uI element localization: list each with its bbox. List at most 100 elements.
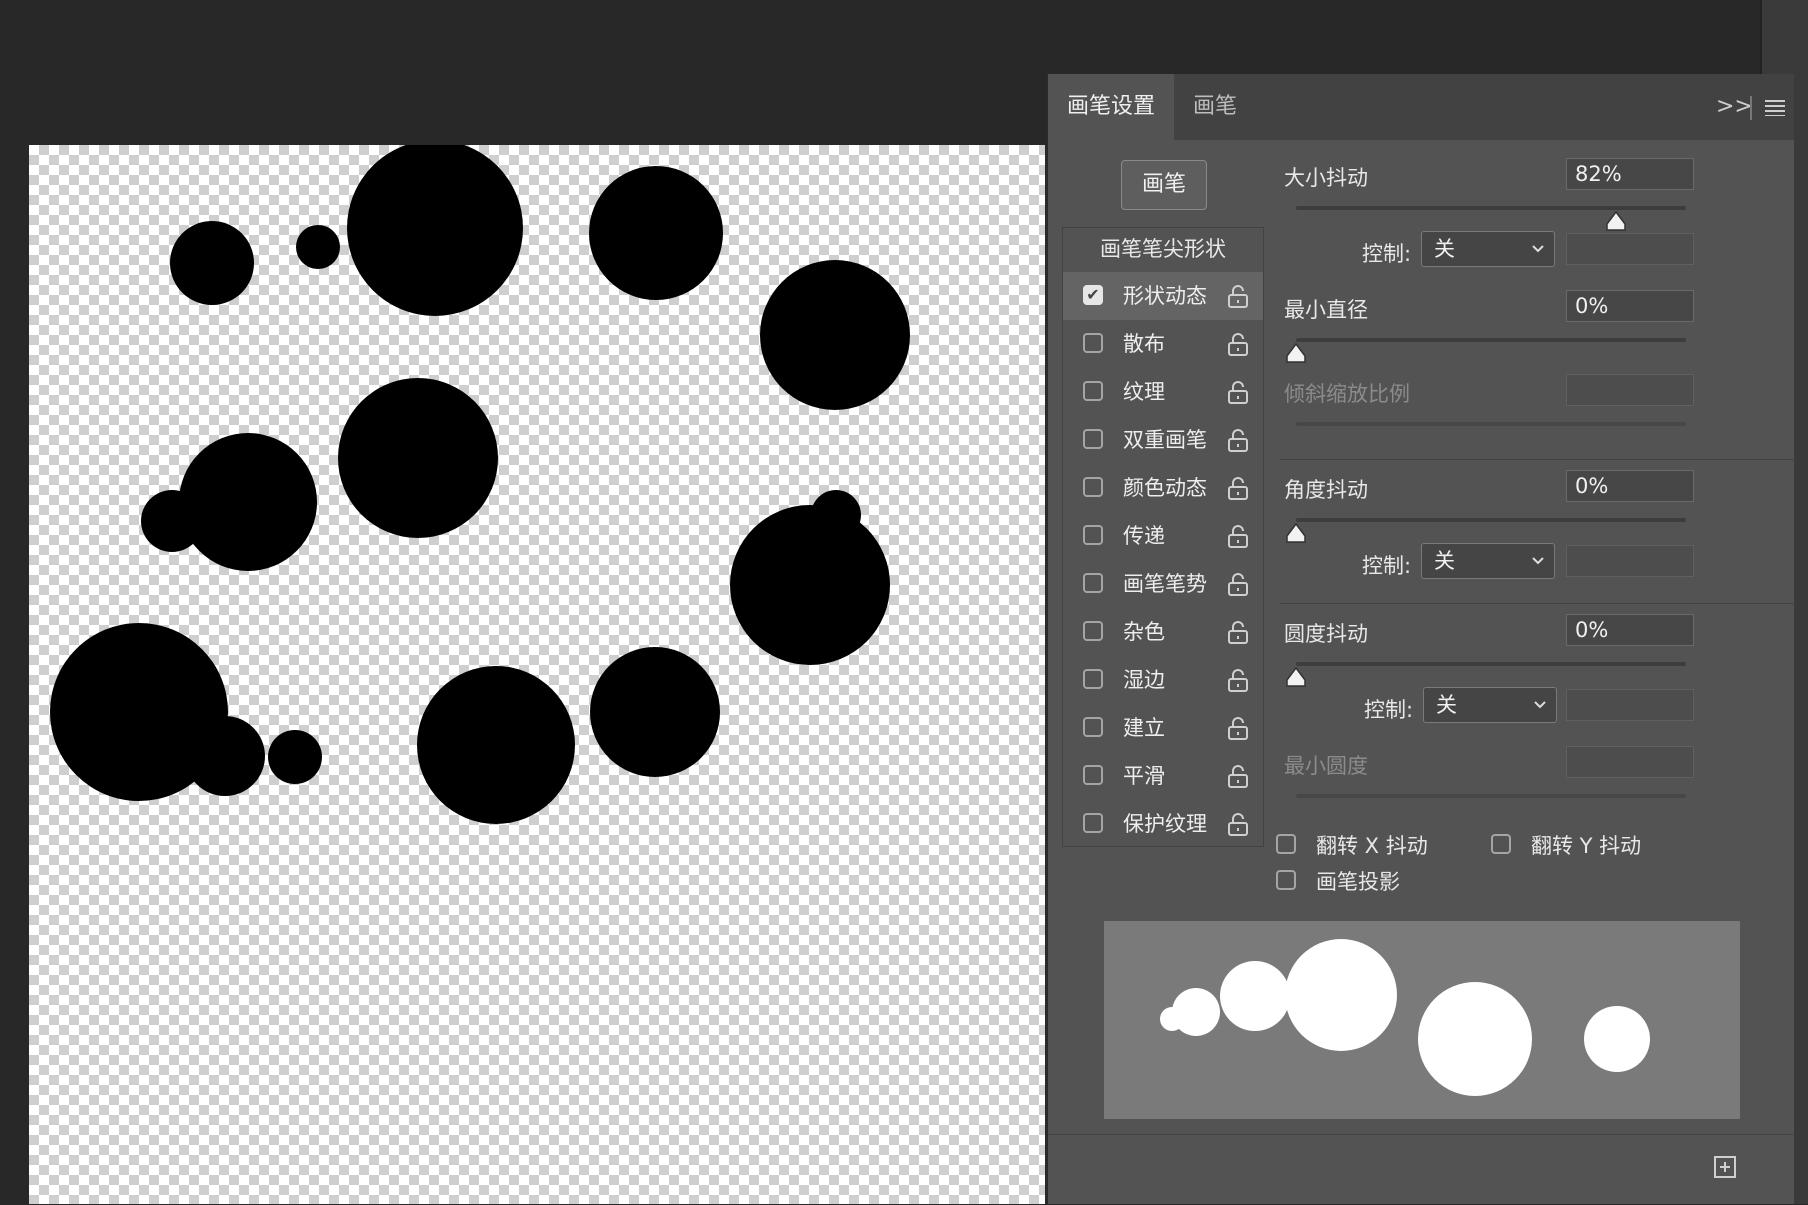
preview-dot [1285, 939, 1397, 1051]
option-label: 保护纹理 [1123, 812, 1207, 836]
size-jitter-slider-thumb[interactable] [1605, 210, 1627, 232]
tab-brush[interactable]: 画笔 [1174, 74, 1256, 140]
option-label: 建立 [1123, 716, 1165, 740]
size-jitter-label: 大小抖动 [1284, 166, 1368, 190]
collapse-panel-icon[interactable]: >> [1716, 74, 1753, 140]
option-checkbox[interactable] [1083, 717, 1103, 737]
option-label: 传递 [1123, 524, 1165, 548]
lock-icon[interactable] [1227, 620, 1249, 644]
dot [338, 378, 498, 538]
min-diameter-slider[interactable] [1296, 338, 1686, 342]
option-item[interactable]: 画笔笔势 [1063, 560, 1263, 608]
brush-presets-button[interactable]: 画笔 [1121, 160, 1207, 210]
brush-stroke-preview [1104, 921, 1740, 1119]
size-jitter-input[interactable]: 82% [1566, 158, 1694, 190]
roundness-control-input [1566, 689, 1694, 721]
brush-options-list: 画笔笔尖形状 ✔ 形状动态散布纹理双重画笔颜色动态传递画笔笔势杂色湿边建立平滑保护… [1062, 227, 1264, 847]
roundness-jitter-label: 圆度抖动 [1284, 622, 1368, 646]
option-label: 湿边 [1123, 668, 1165, 692]
option-checkbox[interactable] [1083, 333, 1103, 353]
option-checkbox[interactable] [1083, 477, 1103, 497]
min-roundness-input [1566, 746, 1694, 778]
tilt-scale-label: 倾斜缩放比例 [1284, 382, 1410, 406]
option-checkbox[interactable] [1083, 765, 1103, 785]
tab-brush-settings[interactable]: 画笔设置 [1048, 74, 1174, 140]
option-checkbox[interactable] [1083, 381, 1103, 401]
option-item[interactable]: 平滑 [1063, 752, 1263, 800]
control-label: 控制: [1362, 554, 1412, 578]
min-roundness-label: 最小圆度 [1284, 754, 1368, 778]
option-item[interactable]: 双重画笔 [1063, 416, 1263, 464]
tilt-scale-input [1566, 374, 1694, 406]
option-checkbox[interactable] [1083, 621, 1103, 641]
panel-menu-icon[interactable] [1764, 96, 1786, 118]
option-label: 形状动态 [1123, 284, 1207, 308]
dot [347, 145, 523, 316]
dot [590, 647, 720, 777]
roundness-jitter-slider-thumb[interactable] [1285, 666, 1307, 688]
roundness-jitter-slider[interactable] [1296, 662, 1686, 666]
option-label: 画笔笔势 [1123, 572, 1207, 596]
dot [589, 166, 723, 300]
option-item[interactable]: 湿边 [1063, 656, 1263, 704]
option-item[interactable]: 杂色 [1063, 608, 1263, 656]
document-canvas[interactable] [29, 145, 1045, 1204]
angle-jitter-slider-thumb[interactable] [1285, 522, 1307, 544]
dot [268, 730, 322, 784]
option-checkbox[interactable] [1083, 813, 1103, 833]
panel-footer [1048, 1134, 1794, 1205]
option-item[interactable]: 建立 [1063, 704, 1263, 752]
lock-icon[interactable] [1227, 812, 1249, 836]
header-divider [1750, 96, 1752, 120]
size-jitter-slider[interactable] [1296, 206, 1686, 210]
lock-icon[interactable] [1227, 524, 1249, 548]
size-control-dropdown[interactable]: 关 [1421, 231, 1555, 267]
option-item[interactable]: 纹理 [1063, 368, 1263, 416]
lock-icon[interactable] [1227, 332, 1249, 356]
brush-projection-checkbox[interactable] [1276, 870, 1296, 890]
lock-icon[interactable] [1227, 716, 1249, 740]
lock-icon[interactable] [1227, 476, 1249, 500]
option-label: 平滑 [1123, 764, 1165, 788]
angle-jitter-slider[interactable] [1296, 518, 1686, 522]
angle-jitter-input[interactable]: 0% [1566, 470, 1694, 502]
new-brush-preset-icon[interactable] [1714, 1156, 1736, 1178]
option-checkbox[interactable] [1083, 525, 1103, 545]
lock-icon[interactable] [1227, 284, 1249, 308]
option-item[interactable]: 保护纹理 [1063, 800, 1263, 848]
flip-x-checkbox[interactable] [1276, 834, 1296, 854]
control-label: 控制: [1364, 698, 1414, 722]
chevron-down-icon [1532, 245, 1544, 253]
lock-icon[interactable] [1227, 572, 1249, 596]
brush-tip-shape-item[interactable]: 画笔笔尖形状 [1063, 228, 1263, 270]
dot [417, 666, 575, 824]
lock-icon[interactable] [1227, 380, 1249, 404]
option-label: 颜色动态 [1123, 476, 1207, 500]
option-item[interactable]: 散布 [1063, 320, 1263, 368]
tilt-scale-slider [1296, 422, 1686, 426]
min-diameter-input[interactable]: 0% [1566, 290, 1694, 322]
flip-y-checkbox[interactable] [1491, 834, 1511, 854]
option-checkbox[interactable]: ✔ [1083, 285, 1103, 305]
canvas-strokes [50, 145, 910, 824]
option-item[interactable]: 颜色动态 [1063, 464, 1263, 512]
roundness-control-dropdown[interactable]: 关 [1423, 687, 1557, 723]
dot [170, 221, 254, 305]
dot [296, 225, 340, 269]
lock-icon[interactable] [1227, 764, 1249, 788]
min-roundness-slider [1296, 794, 1686, 798]
lock-icon[interactable] [1227, 428, 1249, 452]
min-diameter-slider-thumb[interactable] [1285, 342, 1307, 364]
dot [730, 505, 890, 665]
preview-strokes [1160, 939, 1650, 1096]
option-checkbox[interactable] [1083, 669, 1103, 689]
option-label: 双重画笔 [1123, 428, 1207, 452]
lock-icon[interactable] [1227, 668, 1249, 692]
option-checkbox[interactable] [1083, 429, 1103, 449]
option-item[interactable]: 传递 [1063, 512, 1263, 560]
option-item[interactable]: ✔ 形状动态 [1063, 272, 1263, 320]
option-label: 散布 [1123, 332, 1165, 356]
angle-control-dropdown[interactable]: 关 [1421, 543, 1555, 579]
option-checkbox[interactable] [1083, 573, 1103, 593]
roundness-jitter-input[interactable]: 0% [1566, 614, 1694, 646]
